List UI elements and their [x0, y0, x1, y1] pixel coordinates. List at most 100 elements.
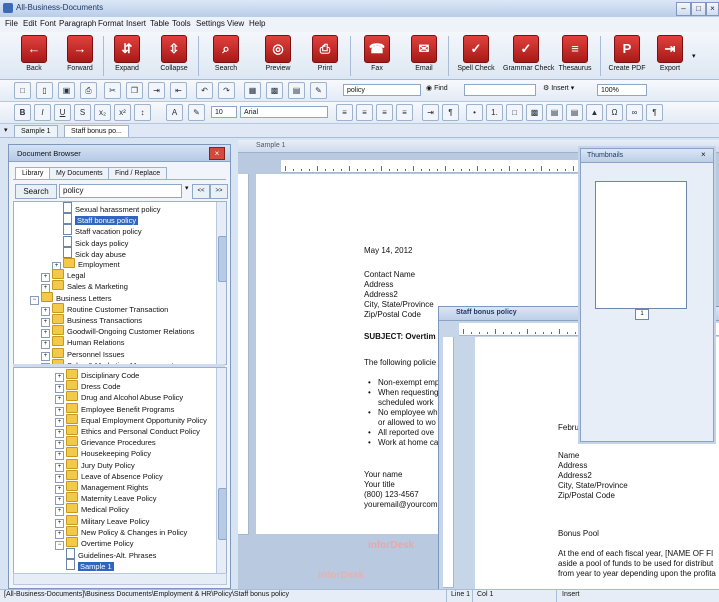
menu-paragraph[interactable]: Paragraph [59, 19, 96, 28]
menu-settings[interactable]: Settings [196, 19, 225, 28]
table-icon[interactable]: ▦ [244, 82, 261, 99]
tree-item[interactable]: + Medical Policy [55, 503, 129, 517]
thesaurus-button[interactable]: ≡ Thesaurus [553, 35, 597, 77]
back-button[interactable]: ← Back [12, 35, 56, 77]
italic-button[interactable]: I [34, 104, 51, 121]
browser-close-icon[interactable]: × [209, 147, 225, 160]
hyperlink-icon[interactable]: ∞ [626, 104, 643, 121]
tree-item[interactable]: Sick days policy [63, 235, 128, 248]
tab-sample-1[interactable]: Sample 1 [14, 125, 58, 137]
tab-find-replace[interactable]: Find / Replace [108, 167, 168, 179]
align-left-icon[interactable]: ≡ [336, 104, 353, 121]
close-button[interactable]: × [706, 2, 719, 16]
tree-item[interactable]: + Personnel Issues [41, 347, 125, 361]
columns-small-icon[interactable]: ▤ [546, 104, 563, 121]
library-tree-scrollbar[interactable] [216, 202, 226, 364]
tree-item[interactable]: + Employment [52, 258, 120, 271]
horizontal-scrollbar[interactable] [13, 573, 227, 585]
font-name-select[interactable]: Arial [240, 106, 328, 118]
menu-file[interactable]: File [5, 19, 18, 28]
menu-insert[interactable]: Insert [126, 19, 146, 28]
note-icon[interactable]: ✎ [310, 82, 327, 99]
tab-library[interactable]: Library [15, 167, 51, 179]
tree-item[interactable]: + Routine Customer Transaction [41, 302, 168, 316]
tree-item[interactable]: + Goodwill-Ongoing Customer Relations [41, 325, 195, 339]
toolbar-overflow-icon[interactable]: ▾ [692, 52, 696, 60]
bold-button[interactable]: B [14, 104, 31, 121]
tree-item[interactable]: Staff vacation policy [63, 224, 142, 236]
strikethrough-button[interactable]: S [74, 104, 91, 121]
tab-menu-icon[interactable]: ▾ [4, 126, 8, 134]
tree-item[interactable]: − Business Letters [30, 291, 111, 305]
underline-button[interactable]: U [54, 104, 71, 121]
border-icon[interactable]: □ [506, 104, 523, 121]
style-dropdown[interactable] [464, 84, 536, 96]
next-result-button[interactable]: >> [210, 184, 228, 199]
minimize-button[interactable]: – [676, 2, 691, 16]
find-input[interactable]: policy [343, 84, 421, 96]
menu-table[interactable]: Table [150, 19, 169, 28]
fax-button[interactable]: ☎ Fax [355, 35, 399, 77]
menu-tools[interactable]: Tools [172, 19, 191, 28]
chart-icon[interactable]: ▲ [586, 104, 603, 121]
font-size-select[interactable]: 10 [211, 106, 237, 118]
print-button[interactable]: ⎙ Print [303, 35, 347, 77]
outdent-icon[interactable]: ⇤ [170, 82, 187, 99]
collapse-button[interactable]: ⇳ Collapse [152, 35, 196, 77]
tree-item[interactable]: Sample 1 [66, 559, 114, 572]
tree-item[interactable]: Staff bonus policy [63, 213, 139, 226]
find-button[interactable]: ◉ Find [426, 84, 448, 92]
tree-item[interactable]: + Grievance Procedures [55, 436, 156, 450]
tree-item[interactable]: + Ethics and Personal Conduct Policy [55, 425, 200, 438]
bullets-icon[interactable]: • [466, 104, 483, 121]
print-small-icon[interactable]: ⎙ [80, 82, 97, 99]
menu-view[interactable]: View [227, 19, 244, 28]
email-button[interactable]: ✉ Email [402, 35, 446, 77]
redo-icon[interactable]: ↷ [218, 82, 235, 99]
tree-item[interactable]: + Military Leave Policy [55, 514, 149, 528]
columns-icon[interactable]: ▤ [288, 82, 305, 99]
tree-item[interactable]: Sick day abuse [63, 246, 126, 259]
tree-item[interactable]: + Business Transactions [41, 314, 142, 327]
insert-button[interactable]: ⚙ Insert ▾ [543, 84, 574, 92]
cut-icon[interactable]: ✂ [104, 82, 121, 99]
menu-edit[interactable]: Edit [23, 19, 37, 28]
search-button[interactable]: ⌕ Search [204, 35, 248, 77]
tree-item[interactable]: + Leave of Absence Policy [55, 469, 163, 483]
page-thumbnail[interactable] [595, 181, 687, 309]
numbering-icon[interactable]: 1. [486, 104, 503, 121]
tree-item[interactable]: + Sales & Marketing [41, 280, 128, 294]
superscript-icon[interactable]: x² [114, 104, 131, 121]
expand-toggle-icon[interactable]: − [30, 295, 39, 305]
previous-result-button[interactable]: << [192, 184, 210, 199]
shading-icon[interactable]: ▩ [526, 104, 543, 121]
grammar-check-button[interactable]: ✓ Grammar Check [503, 35, 554, 77]
font-color-icon[interactable]: A [166, 104, 183, 121]
search-dropdown-icon[interactable]: ▾ [185, 184, 189, 192]
align-center-icon[interactable]: ≡ [356, 104, 373, 121]
tree-item[interactable]: + Legal [41, 269, 85, 283]
image-icon[interactable]: ▤ [566, 104, 583, 121]
tab-staff-bonus-policy[interactable]: Staff bonus po... [64, 125, 129, 137]
spell-check-button[interactable]: ✓ Spell Check [454, 35, 498, 77]
tree-item[interactable]: + Management Rights [55, 481, 148, 494]
forward-button[interactable]: → Forward [58, 35, 102, 77]
tree-item[interactable]: + Employee Benefit Programs [55, 402, 174, 416]
symbol-icon[interactable]: Ω [606, 104, 623, 121]
browser-search-input[interactable]: policy [59, 184, 182, 198]
tree-item[interactable]: Sexual harassment policy [63, 202, 160, 214]
maximize-button[interactable]: □ [691, 2, 706, 16]
subscript-icon[interactable]: x₂ [94, 104, 111, 121]
tree-item[interactable]: + Housekeeping Policy [55, 447, 151, 461]
search-button-label[interactable]: Search [15, 184, 57, 199]
save-icon[interactable]: ▣ [58, 82, 75, 99]
grid-icon[interactable]: ▩ [266, 82, 283, 99]
justify-icon[interactable]: ≡ [396, 104, 413, 121]
indent-icon[interactable]: ⇥ [148, 82, 165, 99]
indent-increase-icon[interactable]: ⇥ [422, 104, 439, 121]
zoom-select[interactable]: 100% [597, 84, 647, 96]
menu-help[interactable]: Help [249, 19, 265, 28]
paragraph-mark-icon[interactable]: ¶ [442, 104, 459, 121]
export-button[interactable]: ⇥ Export [648, 35, 692, 77]
spacing-icon[interactable]: ↕ [134, 104, 151, 121]
